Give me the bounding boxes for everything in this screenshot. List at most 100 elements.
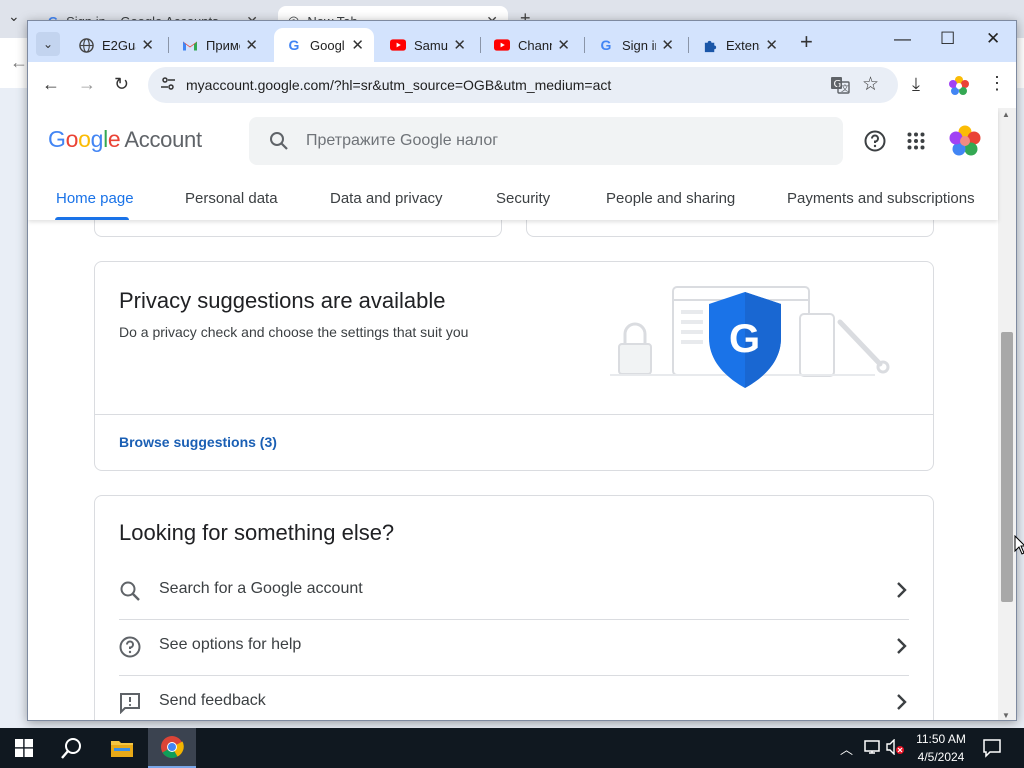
close-icon[interactable]: ✕ [765,36,778,54]
youtube-icon [494,37,510,53]
tab-personal-data[interactable]: Personal data [185,190,278,207]
close-window-icon[interactable]: ✕ [986,29,1000,49]
something-else-card: Looking for something else? Search for a… [94,495,934,720]
minimize-icon[interactable]: — [894,29,911,49]
tab-separator [584,37,585,53]
svg-text:文: 文 [841,83,849,93]
page-viewport: Google Account Претражите Google налог Ho… [28,108,1016,720]
tab-title: Extensions [726,37,760,53]
chrome-taskbar-button[interactable] [148,728,196,768]
notification-icon[interactable] [982,738,1002,763]
back-arrow-icon[interactable]: ← [10,52,28,73]
tab-gmail[interactable]: Примена ✕ [170,28,268,62]
tab-people-sharing[interactable]: People and sharing [606,190,735,207]
tab-sign-in[interactable]: G Sign in ✕ [586,28,684,62]
scrollbar-thumb[interactable] [1001,332,1013,602]
tab-home[interactable]: Home page [56,190,134,207]
chevron-right-icon [895,580,909,605]
privacy-card-description: Do a privacy check and choose the settin… [119,324,469,340]
card-above-left [94,220,502,237]
scroll-down-arrow-icon[interactable]: ▼ [1002,711,1010,720]
windows-logo-icon [15,739,33,757]
something-else-title: Looking for something else? [119,520,395,545]
chrome-icon [161,736,184,758]
site-info-icon[interactable] [160,76,176,95]
browse-suggestions-link[interactable]: Browse suggestions (3) [119,434,277,450]
close-icon[interactable]: ✕ [453,36,466,54]
card-above-right [526,220,934,237]
chevron-up-icon[interactable]: ︿ [840,739,853,758]
tab-payments[interactable]: Payments and subscriptions [787,190,975,207]
account-header: Google Account Претражите Google налог Ho… [28,108,998,220]
new-tab-icon[interactable]: + [800,29,813,55]
close-icon[interactable]: ✕ [557,36,570,54]
close-icon[interactable]: ✕ [141,36,154,54]
close-icon[interactable]: ✕ [661,36,674,54]
windows-taskbar: ︿ 11:50 AM 4/5/2024 [0,728,1024,768]
logo-account-text: Account [124,127,202,152]
globe-icon [78,37,94,53]
tab-title: Google Account [310,37,344,53]
puzzle-icon [702,37,718,53]
back-arrow-icon[interactable]: ← [42,74,60,95]
privacy-shield-illustration: G [605,282,895,407]
reload-icon[interactable]: ↻ [114,74,129,95]
help-icon [119,636,141,663]
tab-separator [480,37,481,53]
clock-date[interactable]: 4/5/2024 [906,750,976,764]
feedback-icon [119,692,141,719]
tab-title: E2Guardian [102,37,136,53]
help-icon[interactable] [864,130,886,157]
browser-toolbar: ← → ↻ myaccount.google.com/?hl=sr&utm_so… [28,62,1016,108]
help-options-row[interactable]: See options for help [119,620,909,676]
tab-search-icon[interactable]: ⌄ [8,8,20,25]
more-menu-icon[interactable]: ⋮ [988,73,1006,94]
network-icon[interactable] [864,739,882,760]
forward-arrow-icon[interactable]: → [78,74,96,95]
close-icon[interactable]: ✕ [245,36,258,54]
search-account-row[interactable]: Search for a Google account [119,564,909,620]
start-button[interactable] [0,728,48,768]
tab-google-account[interactable]: G Google Account ✕ [274,28,374,62]
tab-youtube-channel[interactable]: Channel ✕ [482,28,580,62]
translate-icon[interactable]: G文 [830,75,850,95]
chevron-right-icon [895,692,909,717]
taskbar-search-button[interactable] [48,728,96,768]
tab-title: Samuel [414,37,448,53]
send-feedback-row[interactable]: Send feedback [119,676,909,720]
address-bar[interactable]: myaccount.google.com/?hl=sr&utm_source=O… [148,67,898,103]
download-icon[interactable]: ⤓ [912,74,920,95]
row-label: Search for a Google account [159,580,363,597]
google-g-icon: G [288,37,300,53]
scroll-up-arrow-icon[interactable]: ▲ [1002,110,1010,119]
tab-data-privacy[interactable]: Data and privacy [330,190,443,207]
file-explorer-button[interactable] [98,728,146,768]
tab-extensions[interactable]: Extensions ✕ [690,28,788,62]
maximize-icon[interactable]: ☐ [940,29,955,49]
tab-search-button[interactable]: ⌄ [36,32,60,56]
google-g-icon: G [600,37,612,53]
page-scrollbar[interactable]: ▲ ▼ [998,108,1016,720]
google-account-logo[interactable]: Google Account [48,126,202,153]
tab-security[interactable]: Security [496,190,550,207]
tab-title: Sign in [622,37,656,53]
avatar[interactable] [948,124,982,163]
active-tab-indicator [55,217,129,220]
tab-separator [168,37,169,53]
account-search-input[interactable]: Претражите Google налог [249,117,843,165]
search-icon [269,131,289,156]
bookmark-star-icon[interactable]: ☆ [862,73,879,96]
mouse-cursor-icon [1014,534,1024,560]
profile-avatar-icon[interactable] [948,75,970,102]
tab-e2guardian[interactable]: E2Guardian ✕ [66,28,164,62]
close-icon[interactable]: ✕ [351,36,364,54]
search-icon [119,580,141,607]
tab-title: Channel [518,37,552,53]
clock-time[interactable]: 11:50 AM [906,732,976,746]
url-text[interactable]: myaccount.google.com/?hl=sr&utm_source=O… [186,77,611,93]
tab-strip: ⌄ E2Guardian ✕ Примена ✕ G Google Accoun… [28,21,1016,62]
volume-muted-icon[interactable] [886,738,906,760]
apps-grid-icon[interactable] [907,132,925,155]
tab-youtube-samuel[interactable]: Samuel ✕ [378,28,476,62]
gmail-icon [182,37,198,53]
